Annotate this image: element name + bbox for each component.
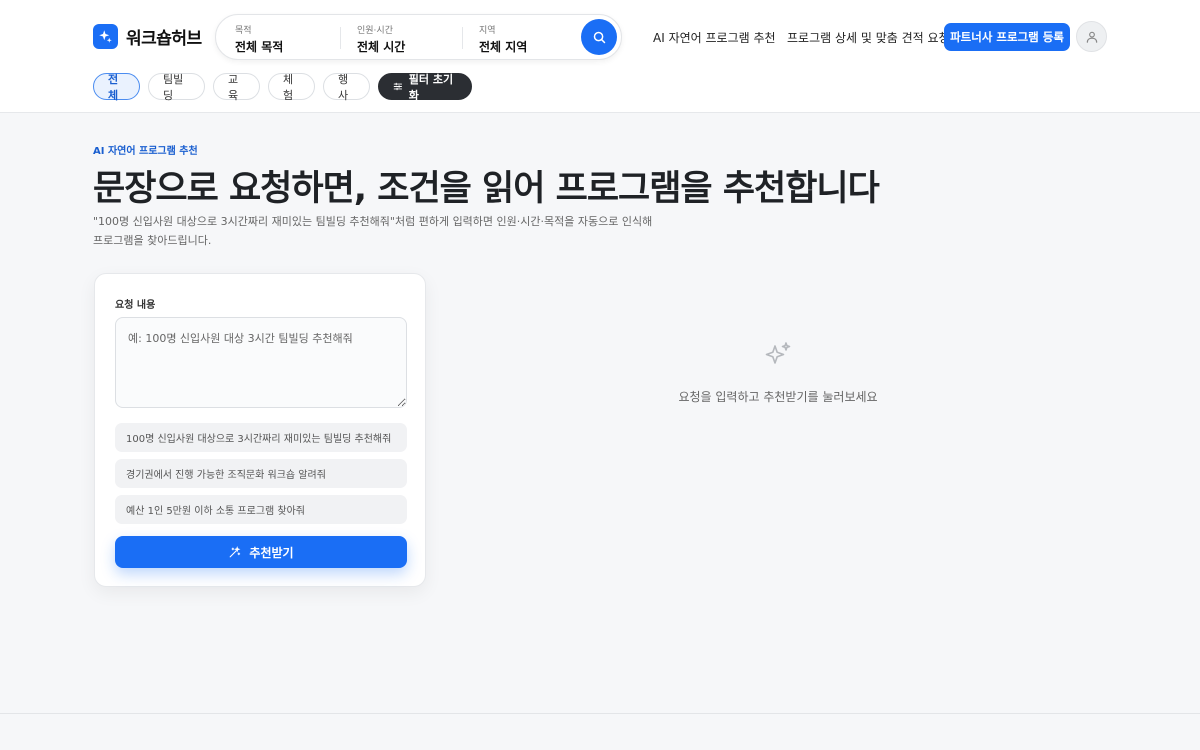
request-label: 요청 내용 — [115, 300, 156, 311]
purpose-label: 목적 — [235, 26, 252, 36]
people-time-value: 전체 시간 — [357, 40, 406, 54]
filter-reset-label: 필터 초기화 — [408, 72, 454, 102]
chip-experience[interactable]: 체험 — [268, 73, 315, 102]
brand-logo[interactable]: 워크숍허브 — [93, 24, 202, 49]
nav-quote-request[interactable]: 프로그램 상세 및 맞춤 견적 요청 — [787, 29, 950, 46]
search-icon — [593, 31, 605, 43]
page-description: "100명 신입사원 대상으로 3시간짜리 재미있는 팀빌딩 추천해줘"처럼 편… — [93, 215, 653, 247]
request-card: 요청 내용 100명 신입사원 대상으로 3시간짜리 재미있는 팀빌딩 추천해줘… — [94, 273, 426, 587]
request-textarea[interactable] — [115, 317, 407, 408]
empty-state-message: 요청을 입력하고 추천받기를 눌러보세요 — [678, 390, 878, 404]
region-label: 지역 — [479, 26, 496, 36]
chip-event[interactable]: 행사 — [323, 73, 370, 102]
search-button[interactable] — [581, 19, 617, 55]
example-prompt[interactable]: 경기권에서 진행 가능한 조직문화 워크숍 알려줘 — [115, 459, 407, 488]
magic-wand-icon — [230, 545, 241, 557]
footer-divider — [0, 713, 1200, 714]
chip-all[interactable]: 전체 — [93, 73, 140, 102]
recommend-button-label: 추천받기 — [249, 545, 294, 560]
region-field[interactable]: 지역 전체 지역 — [479, 23, 527, 55]
filter-reset-button[interactable]: 필터 초기화 — [378, 72, 472, 102]
search-divider — [340, 27, 341, 49]
user-icon — [1086, 31, 1097, 43]
chip-education[interactable]: 교육 — [213, 73, 260, 102]
purpose-value: 전체 목적 — [235, 40, 284, 54]
top-header: 워크숍허브 목적 전체 목적 인원·시간 전체 시간 지역 전체 지역 AI 자… — [0, 0, 1200, 113]
search-bar: 목적 전체 목적 인원·시간 전체 시간 지역 전체 지역 — [215, 14, 622, 60]
people-time-label: 인원·시간 — [357, 26, 393, 36]
partner-register-button[interactable]: 파트너사 프로그램 등록 — [944, 23, 1070, 51]
search-divider — [462, 27, 463, 49]
logo-sparkle-icon — [93, 24, 118, 49]
purpose-field[interactable]: 목적 전체 목적 — [235, 23, 283, 55]
sparkles-icon — [765, 342, 791, 364]
example-prompt[interactable]: 100명 신입사원 대상으로 3시간짜리 재미있는 팀빌딩 추천해줘 — [115, 423, 407, 452]
region-value: 전체 지역 — [479, 40, 528, 54]
sliders-icon — [393, 82, 403, 91]
filter-chips: 전체 팀빌딩 교육 체험 행사 필터 초기화 — [93, 72, 472, 102]
profile-button[interactable] — [1076, 21, 1107, 52]
example-prompt[interactable]: 예산 1인 5만원 이하 소통 프로그램 찾아줘 — [115, 495, 407, 524]
nav-ai-recommend[interactable]: AI 자연어 프로그램 추천 — [653, 29, 776, 46]
recommend-button[interactable]: 추천받기 — [115, 536, 407, 568]
page-title: 문장으로 요청하면, 조건을 읽어 프로그램을 추천합니다 — [93, 169, 880, 209]
people-time-field[interactable]: 인원·시간 전체 시간 — [357, 23, 405, 55]
section-eyebrow: AI 자연어 프로그램 추천 — [93, 146, 198, 157]
brand-name: 워크숍허브 — [126, 29, 202, 49]
chip-teambuilding[interactable]: 팀빌딩 — [148, 73, 205, 102]
